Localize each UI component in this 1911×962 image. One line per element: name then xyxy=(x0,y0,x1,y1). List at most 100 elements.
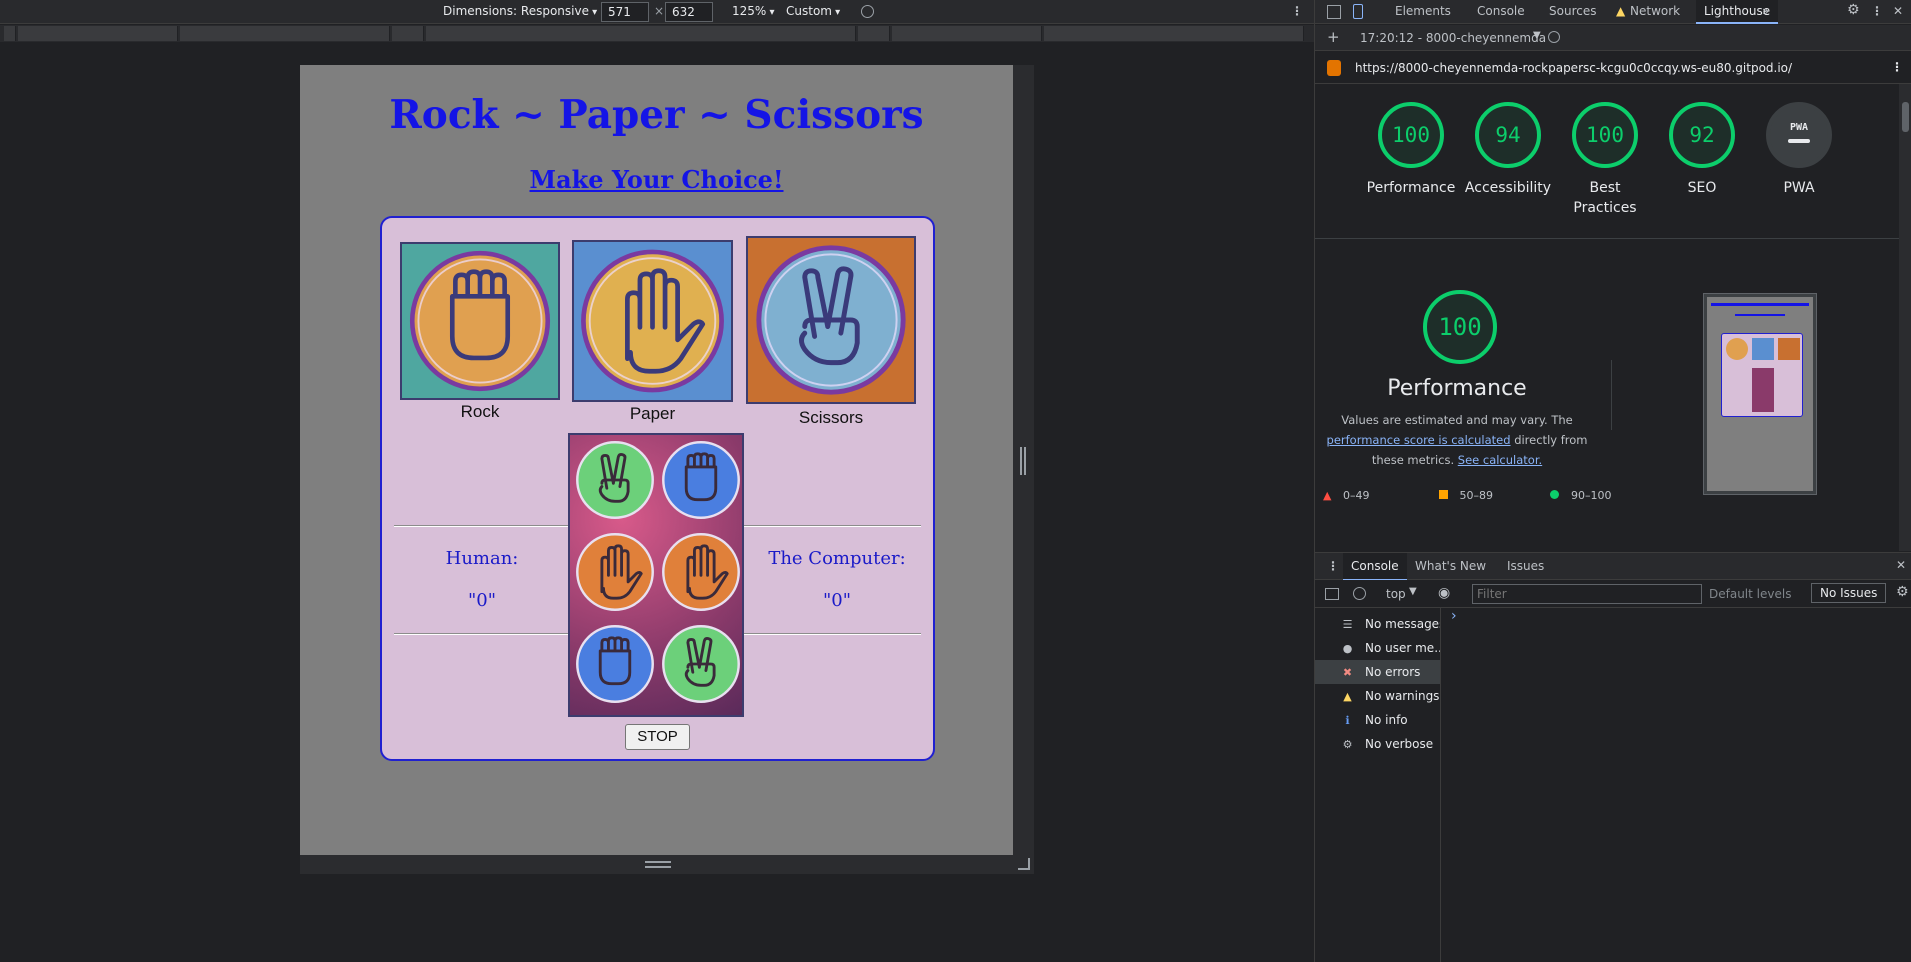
resize-grip-icon[interactable] xyxy=(1020,447,1026,475)
kebab-menu-icon[interactable]: ⋮ xyxy=(1891,60,1903,74)
pass-circle-icon xyxy=(1550,490,1560,499)
score-gauge[interactable]: 92 SEO xyxy=(1652,102,1752,198)
viewport-bottom-resizer[interactable] xyxy=(300,855,1034,874)
media-query-segment[interactable] xyxy=(892,26,1042,41)
console-sidebar: ☰ No messages ● No user me... ✖ No errors ▲ No … xyxy=(1315,608,1441,962)
stop-button[interactable]: STOP xyxy=(625,724,690,750)
computer-label: The Computer: xyxy=(768,548,906,569)
device-toggle-icon[interactable] xyxy=(1353,4,1363,19)
score-label: PWA xyxy=(1783,180,1815,196)
tab-sources[interactable]: Sources xyxy=(1549,4,1596,18)
rotate-icon[interactable] xyxy=(861,5,874,18)
kebab-menu-icon[interactable]: ⋮ xyxy=(1291,4,1303,18)
settings-icon[interactable]: ⚙ xyxy=(1847,2,1860,18)
width-input[interactable] xyxy=(601,2,649,22)
calculator-link[interactable]: See calculator. xyxy=(1458,453,1542,467)
score-gauge[interactable]: 100 Performance xyxy=(1361,102,1461,198)
report-select[interactable]: 17:20:12 - 8000-cheyennemda xyxy=(1360,31,1546,45)
sidebar-item[interactable]: ▲ No warnings xyxy=(1315,684,1440,708)
sidebar-item[interactable]: ● No user me... xyxy=(1315,636,1440,660)
info-icon: ℹ xyxy=(1345,714,1350,727)
page-subtitle: Make Your Choice! xyxy=(529,165,784,194)
performance-title: Performance xyxy=(1387,376,1527,401)
score-gauge[interactable]: 94 Accessibility xyxy=(1458,102,1558,198)
scrollbar-thumb[interactable] xyxy=(1902,102,1909,132)
media-query-segment[interactable] xyxy=(858,26,890,41)
score-gauge[interactable]: 100 Best Practices xyxy=(1555,102,1655,218)
chevron-down-icon[interactable]: ▼ xyxy=(1533,30,1541,41)
device-toolbar: Dimensions: Responsive × 125% Custom ⋮ xyxy=(0,0,1314,24)
open-hand-icon xyxy=(581,249,724,393)
drawer-tab-issues[interactable]: Issues xyxy=(1507,559,1544,573)
media-query-segment[interactable] xyxy=(426,26,856,41)
issues-button[interactable]: No Issues xyxy=(1811,583,1887,603)
media-query-segment[interactable] xyxy=(1044,26,1304,41)
sidebar-item[interactable]: ✖ No errors xyxy=(1315,660,1440,684)
score-label: Performance xyxy=(1366,180,1456,196)
warning-icon: ▲ xyxy=(1616,4,1626,18)
eye-icon[interactable]: ◉ xyxy=(1438,585,1450,601)
add-icon[interactable]: + xyxy=(1327,29,1340,45)
spinner-open-hand-icon xyxy=(574,531,656,613)
clear-icon[interactable] xyxy=(1548,31,1560,43)
filter-input[interactable] xyxy=(1472,584,1702,604)
user-icon: ● xyxy=(1342,642,1353,655)
sidebar-item[interactable]: ⚙ No verbose xyxy=(1315,732,1440,756)
peace-hand-icon xyxy=(756,245,906,395)
media-query-segment[interactable] xyxy=(180,26,390,41)
media-query-segment[interactable] xyxy=(392,26,424,41)
clear-console-icon[interactable] xyxy=(1353,587,1366,600)
height-input[interactable] xyxy=(665,2,713,22)
score-value: 100 xyxy=(1378,102,1444,168)
fail-triangle-icon: ▲ xyxy=(1323,489,1332,502)
more-tabs-icon[interactable]: » xyxy=(1762,4,1769,18)
paper-choice[interactable] xyxy=(572,240,733,402)
console-toolbar: top ▼ ◉ Default levels No Issues ⚙ xyxy=(1315,580,1911,608)
spinner-open-hand-icon xyxy=(660,531,742,613)
sidebar-item-label: No user me... xyxy=(1365,641,1440,655)
inspect-icon[interactable] xyxy=(1327,5,1341,19)
throttle-dropdown[interactable]: Custom xyxy=(786,4,840,18)
chevron-down-icon[interactable]: ▼ xyxy=(1409,586,1417,597)
divider xyxy=(1611,360,1612,430)
score-gauge[interactable]: PWA PWA xyxy=(1749,102,1849,198)
resize-grip-icon[interactable] xyxy=(645,861,671,868)
media-query-segment[interactable] xyxy=(18,26,178,41)
sidebar-item[interactable]: ☰ No messages xyxy=(1315,612,1440,636)
viewport-right-resizer[interactable] xyxy=(1013,65,1034,855)
spinner-peace-hand-icon xyxy=(574,439,656,521)
devtools-tab-bar: Elements Console Sources ▲ Network Light… xyxy=(1315,0,1911,24)
scissors-choice[interactable] xyxy=(746,236,916,404)
score-label: Best Practices xyxy=(1573,180,1637,216)
dimensions-dropdown[interactable]: Dimensions: Responsive xyxy=(443,4,597,18)
score-calculated-link[interactable]: performance score is calculated xyxy=(1327,433,1511,447)
drawer-tab-console[interactable]: Console xyxy=(1343,553,1407,581)
drawer-tab-whats-new[interactable]: What's New xyxy=(1415,559,1486,573)
settings-icon[interactable]: ⚙ xyxy=(1896,584,1909,600)
tab-console[interactable]: Console xyxy=(1477,4,1525,18)
tab-elements[interactable]: Elements xyxy=(1395,4,1451,18)
score-label: Accessibility xyxy=(1464,180,1552,196)
sidebar-item-label: No warnings xyxy=(1365,689,1440,703)
tab-network[interactable]: Network xyxy=(1630,4,1680,18)
sidebar-item[interactable]: ℹ No info xyxy=(1315,708,1440,732)
scrollbar[interactable] xyxy=(1899,84,1911,551)
context-select[interactable]: top xyxy=(1386,587,1406,601)
rock-choice[interactable] xyxy=(400,242,560,400)
score-value: 94 xyxy=(1475,102,1541,168)
corner-resize-icon[interactable] xyxy=(1018,858,1030,870)
drawer-menu-icon[interactable]: ⋮ xyxy=(1327,559,1339,573)
media-query-segment[interactable] xyxy=(4,26,16,41)
times-sign: × xyxy=(654,4,665,18)
gear-icon: ⚙ xyxy=(1342,738,1353,751)
kebab-menu-icon[interactable]: ⋮ xyxy=(1871,4,1883,18)
lighthouse-report: 100 Performance 94 Accessibility 100 Bes… xyxy=(1315,84,1899,551)
sidebar-item-label: No verbose xyxy=(1365,737,1434,751)
console-prompt[interactable]: › xyxy=(1451,608,1457,624)
close-drawer-icon[interactable]: ✕ xyxy=(1896,558,1906,572)
sidebar-toggle-icon[interactable] xyxy=(1325,588,1339,600)
zoom-dropdown[interactable]: 125% xyxy=(732,4,775,18)
report-url[interactable]: https://8000-cheyennemda-rockpapersc-kcg… xyxy=(1355,61,1792,75)
close-icon[interactable]: ✕ xyxy=(1893,4,1903,18)
levels-dropdown[interactable]: Default levels xyxy=(1709,587,1791,601)
